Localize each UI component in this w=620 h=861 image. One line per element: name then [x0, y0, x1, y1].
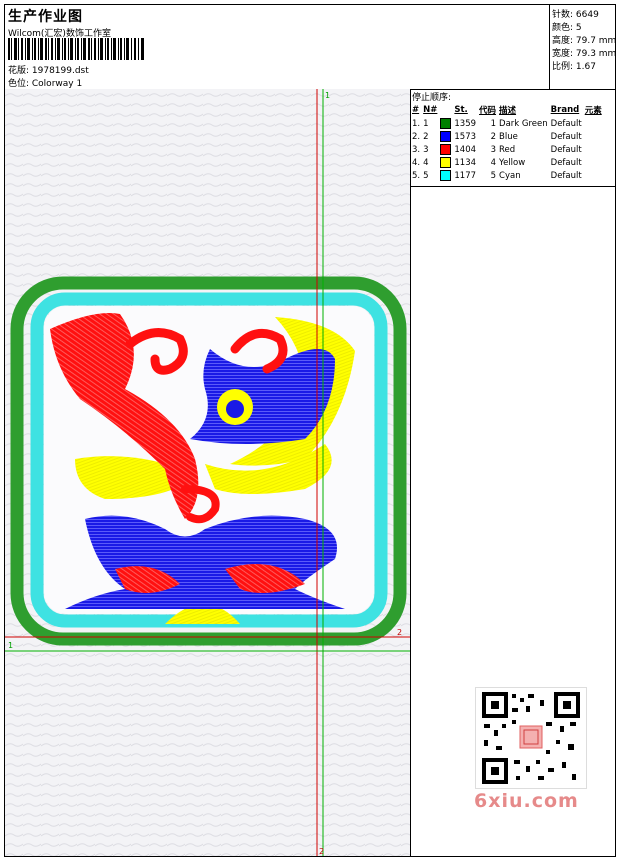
color-swatch-icon: [440, 170, 452, 181]
swatch: [440, 143, 454, 156]
row-element: [585, 156, 605, 169]
color-row: 2. 2 1573 2 Blue Default: [412, 130, 605, 143]
color-table-header: # N# St. 代码 描述 Brand 元素: [412, 103, 605, 117]
guide-label-top: 1: [325, 91, 330, 100]
row-needle: 5: [423, 170, 429, 181]
row-desc: Dark Green: [499, 118, 548, 129]
row-number: 4.: [412, 157, 421, 168]
stop-sequence-title: 停止顺序:: [412, 93, 452, 103]
row-needle: 2: [423, 131, 429, 142]
sheet-title: 生产作业图: [8, 9, 83, 25]
row-element: [585, 117, 605, 130]
row-needle: 1: [423, 118, 429, 129]
row-brand: Default: [550, 118, 582, 129]
header-panel: 生产作业图 Wilcom(汇宏)数饰工作室 花版: 1978199.dst 色位…: [5, 5, 550, 90]
qr-code-icon: [475, 687, 587, 789]
row-code: 5: [490, 170, 497, 181]
row-desc: Red: [499, 144, 516, 155]
design-file-label: 花版: 1978199.dst: [8, 66, 89, 76]
stats-panel: 针数: 6649 颜色: 5 高度: 79.7 mm 宽度: 79.3 mm 比…: [549, 5, 617, 90]
row-brand: Default: [550, 157, 582, 168]
design-height: 高度: 79.7 mm: [552, 36, 617, 46]
blue-base: [65, 515, 345, 609]
color-row: 3. 3 1404 3 Red Default: [412, 143, 605, 156]
colorway-label: 色位: Colorway 1: [8, 79, 83, 89]
color-swatch-icon: [440, 157, 452, 168]
barcode-icon: [8, 38, 144, 60]
row-number: 1.: [412, 118, 421, 129]
row-stitches: 1573: [454, 131, 477, 142]
col-element: 元素: [584, 105, 602, 116]
color-swatch-icon: [440, 118, 452, 129]
row-number: 5.: [412, 170, 421, 181]
color-row: 4. 4 1134 4 Yellow Default: [412, 156, 605, 169]
swatch: [440, 117, 454, 130]
stitch-count: 针数: 6649: [552, 10, 599, 20]
row-stitches: 1134: [454, 157, 477, 168]
row-needle: 3: [423, 144, 429, 155]
row-desc: Cyan: [499, 170, 521, 181]
row-brand: Default: [550, 144, 582, 155]
watermark-text: 6xiu.com: [474, 790, 579, 812]
row-element: [585, 130, 605, 143]
production-sheet: 生产作业图 Wilcom(汇宏)数饰工作室 花版: 1978199.dst 色位…: [4, 4, 616, 857]
row-element: [585, 143, 605, 156]
color-row: 1. 1 1359 1 Dark Green Default: [412, 117, 605, 130]
swatch: [440, 130, 454, 143]
col-swatch: [440, 103, 454, 117]
guide-label-left: 1: [8, 641, 13, 650]
design-width: 宽度: 79.3 mm: [552, 49, 617, 59]
color-swatch-icon: [440, 144, 452, 155]
color-table: # N# St. 代码 描述 Brand 元素 1. 1 1359 1 Dark Gre…: [412, 103, 605, 182]
col-brand: Brand: [550, 104, 580, 115]
stop-sequence-panel: 停止顺序: # N# St. 代码 描述 Brand 元素 1. 1 1359 1 Da…: [410, 89, 615, 187]
col-num: #: [412, 104, 420, 115]
design-scale: 比例: 1.67: [552, 62, 596, 72]
row-code: 4: [490, 157, 497, 168]
row-stitches: 1177: [454, 170, 477, 181]
row-brand: Default: [550, 131, 582, 142]
row-needle: 4: [423, 157, 429, 168]
col-code: 代码: [479, 105, 497, 116]
guide-label-right: 2: [397, 628, 402, 637]
swatch: [440, 156, 454, 169]
row-desc: Yellow: [499, 157, 526, 168]
embroidery-preview: 1 2 1 2: [5, 89, 411, 856]
row-stitches: 1359: [454, 118, 477, 129]
row-desc: Blue: [499, 131, 518, 142]
color-swatch-icon: [440, 131, 452, 142]
color-row: 5. 5 1177 5 Cyan Default: [412, 169, 605, 182]
embroidery-design: 1 2 1 2: [5, 89, 410, 856]
row-brand: Default: [550, 170, 582, 181]
color-count: 颜色: 5: [552, 23, 582, 33]
row-stitches: 1404: [454, 144, 477, 155]
col-n: N#: [423, 104, 438, 115]
row-code: 2: [490, 131, 497, 142]
row-number: 3.: [412, 144, 421, 155]
row-code: 1: [490, 118, 497, 129]
col-stitches: St.: [454, 104, 468, 115]
row-code: 3: [490, 144, 497, 155]
guide-label-bottom: 2: [319, 847, 324, 856]
swatch: [440, 169, 454, 182]
row-number: 2.: [412, 131, 421, 142]
col-desc: 描述: [499, 105, 517, 116]
row-element: [585, 169, 605, 182]
